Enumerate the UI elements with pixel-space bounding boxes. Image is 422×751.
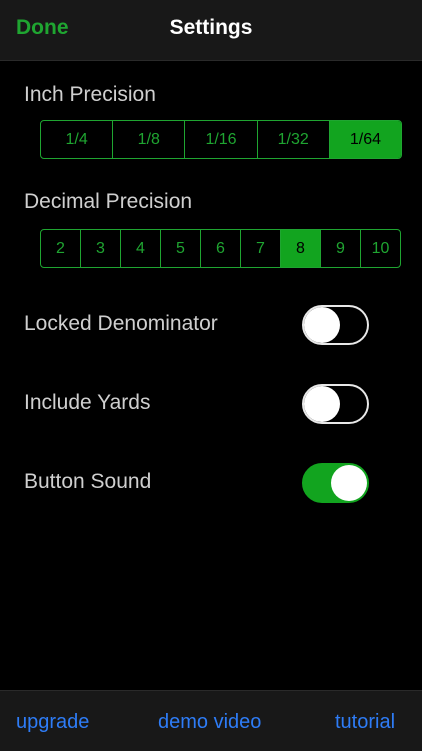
inch-precision-label: Inch Precision [24, 83, 156, 106]
decimal-precision-option[interactable]: 8 [281, 230, 321, 267]
switch-knob [304, 307, 340, 343]
decimal-precision-option[interactable]: 6 [201, 230, 241, 267]
inch-precision-option[interactable]: 1/32 [258, 121, 330, 158]
navigation-bar: Done Settings [0, 0, 422, 61]
switch-knob [304, 386, 340, 422]
decimal-precision-selector: 2 3 4 5 6 7 8 9 10 [40, 229, 401, 268]
locked-denominator-label: Locked Denominator [24, 312, 218, 335]
tutorial-link[interactable]: tutorial [335, 711, 395, 734]
inch-precision-option[interactable]: 1/8 [113, 121, 186, 158]
decimal-precision-option[interactable]: 2 [41, 230, 81, 267]
upgrade-link[interactable]: upgrade [16, 711, 89, 734]
page-title: Settings [169, 16, 253, 39]
switch-knob [331, 465, 367, 501]
locked-denominator-switch[interactable] [302, 305, 369, 345]
demo-video-link[interactable]: demo video [158, 711, 261, 734]
decimal-precision-option[interactable]: 9 [321, 230, 361, 267]
include-yards-switch[interactable] [302, 384, 369, 424]
decimal-precision-option[interactable]: 4 [121, 230, 161, 267]
inch-precision-option[interactable]: 1/64 [329, 121, 401, 158]
inch-precision-option[interactable]: 1/4 [41, 121, 114, 158]
decimal-precision-option[interactable]: 7 [241, 230, 281, 267]
decimal-precision-option[interactable]: 10 [361, 230, 400, 267]
decimal-precision-label: Decimal Precision [24, 190, 193, 213]
button-sound-label: Button Sound [24, 470, 152, 493]
inch-precision-option[interactable]: 1/16 [185, 121, 258, 158]
decimal-precision-option[interactable]: 3 [81, 230, 121, 267]
button-sound-switch[interactable] [302, 463, 369, 503]
bottom-toolbar: upgrade demo video tutorial [0, 690, 422, 751]
inch-precision-selector: 1/4 1/8 1/16 1/32 1/64 [40, 120, 402, 159]
include-yards-label: Include Yards [24, 391, 151, 414]
decimal-precision-option[interactable]: 5 [161, 230, 201, 267]
